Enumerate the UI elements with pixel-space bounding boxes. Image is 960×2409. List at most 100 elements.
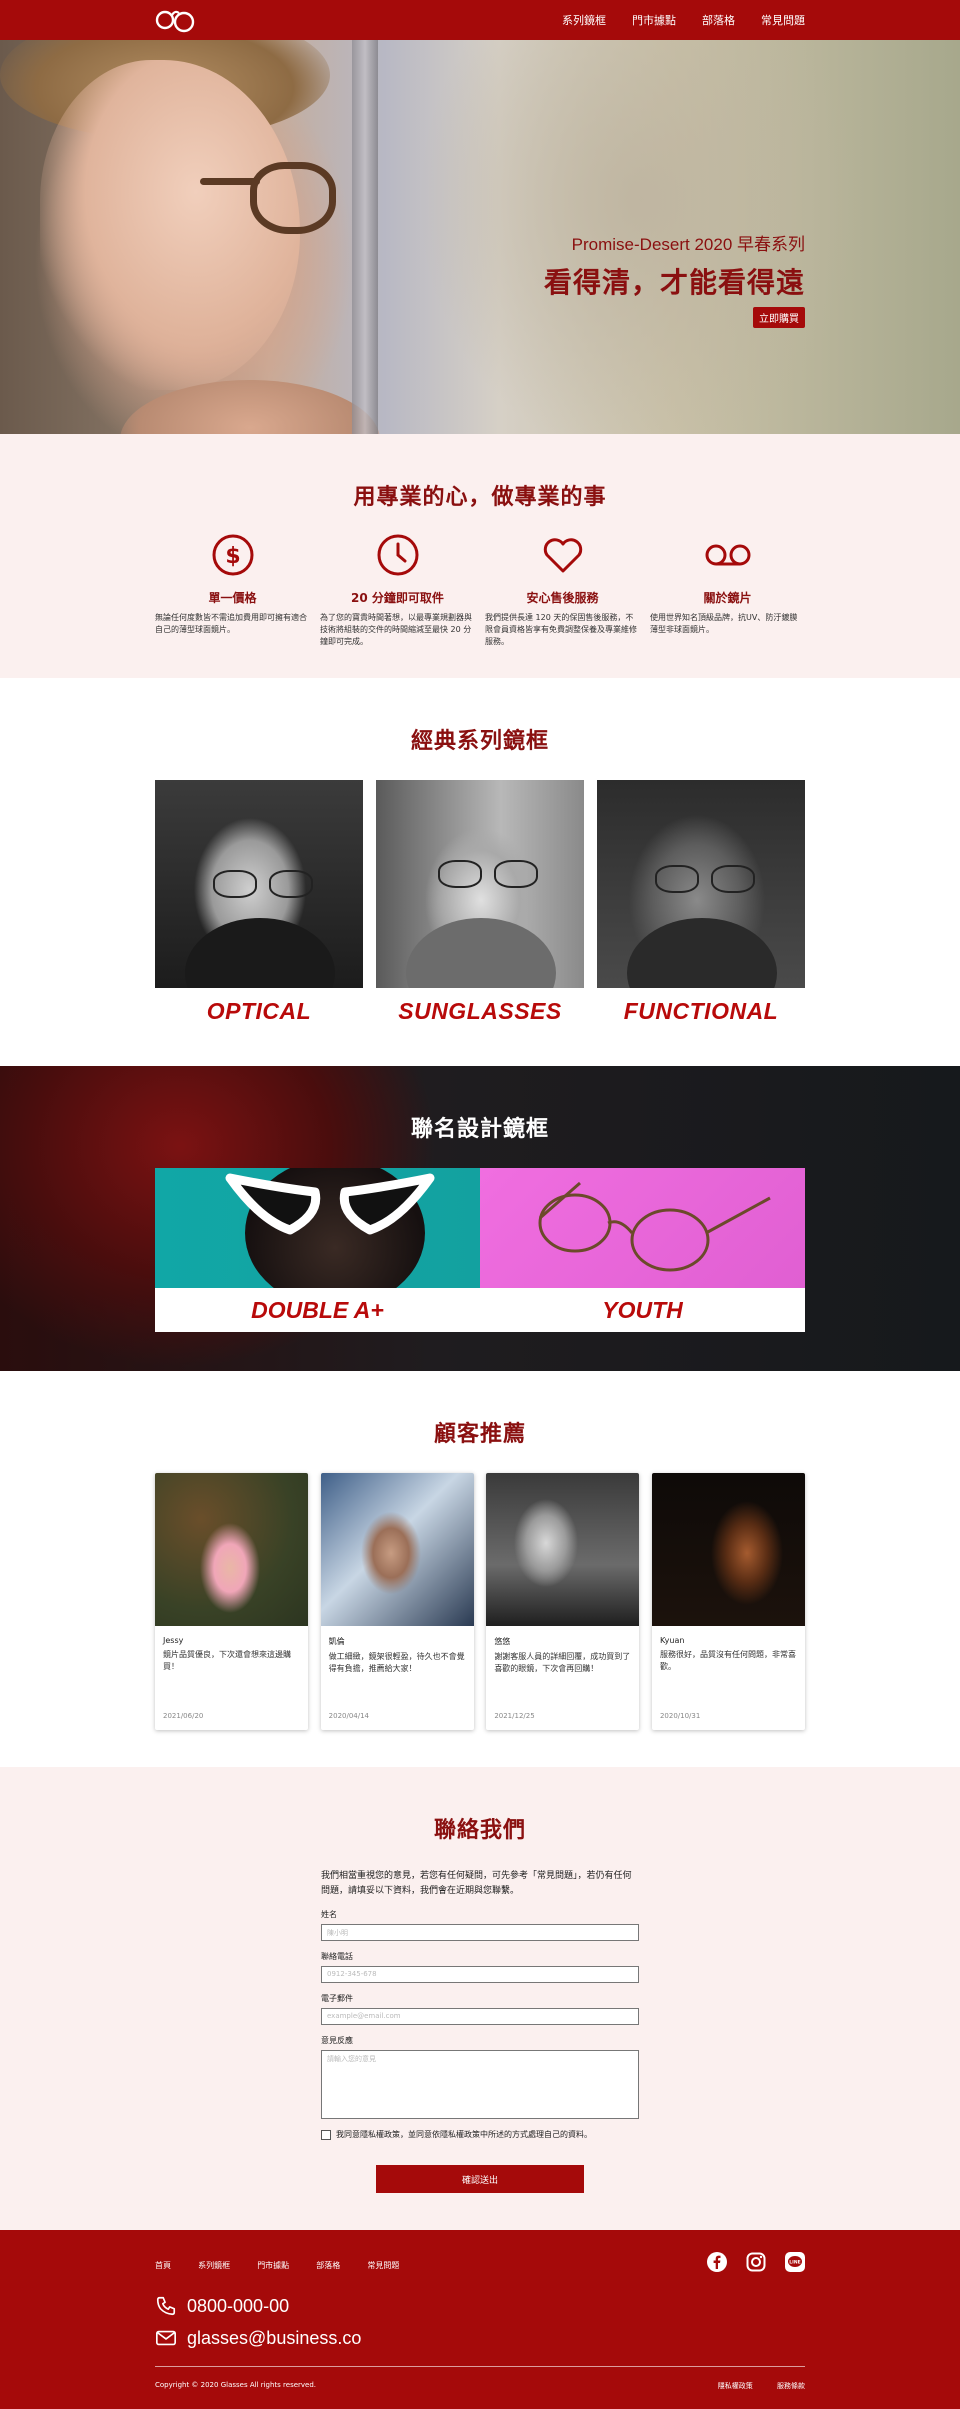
name-label: 姓名: [321, 1910, 337, 1919]
hero-glasses: [250, 162, 336, 234]
classic-title: 經典系列鏡框: [410, 729, 549, 754]
testimonial-card: Kyuan 服務很好，品質沒有任何問題，非常喜歡。 2020/10/31: [651, 1473, 805, 1730]
testimonial-text: 做工細緻，鏡架很輕盈，待久也不會覺得有負擔，推薦給大家！: [328, 1652, 465, 1673]
service-title: 關於鏡片: [703, 591, 752, 605]
privacy-agreement: 我同意隱私權政策，並同意依隱私權政策中所述的方式處理自己的資料。: [321, 2129, 639, 2140]
sunglasses-icon: [225, 1173, 435, 1235]
hero-window-frame: [352, 40, 378, 434]
terms-link[interactable]: 服務條款: [777, 2382, 805, 2390]
testimonial-card: 悠悠 謝謝客服人員的詳細回覆，成功買到了喜歡的眼鏡，下次會再回購！ 2021/1…: [486, 1473, 640, 1730]
testimonial-card: Jessy 鏡片品質優良，下次還會想來這邊購買！ 2021/06/20: [155, 1473, 308, 1730]
buy-now-button[interactable]: 立即購買: [753, 307, 805, 328]
product-photo: [376, 780, 584, 988]
footer-link-faq[interactable]: 常見問題: [367, 2261, 399, 2270]
glasses-icon: [438, 860, 538, 888]
line-icon[interactable]: LINE: [785, 2252, 805, 2272]
classic-card-optical[interactable]: OPTICAL: [155, 780, 363, 1025]
footer-email[interactable]: glasses@business.co: [155, 2322, 805, 2354]
glasses-icon: [655, 865, 755, 893]
service-title: 安心售後服務: [526, 591, 599, 605]
privacy-policy-link[interactable]: 隱私權政策: [718, 2382, 753, 2390]
mail-icon: [156, 2330, 176, 2346]
classic-card-sunglasses[interactable]: SUNGLASSES: [376, 780, 584, 1025]
collab-label: YOUTH: [480, 1288, 805, 1332]
classic-card-functional[interactable]: FUNCTIONAL: [597, 780, 805, 1025]
phone-icon: [156, 2296, 176, 2316]
collab-card-youth[interactable]: YOUTH: [480, 1168, 805, 1332]
email-input[interactable]: example@email.com: [321, 2008, 639, 2025]
phone-number: 0800-000-00: [187, 2295, 290, 2316]
nav-link-stores[interactable]: 門市據點: [632, 12, 676, 28]
collab-card-double-a[interactable]: DOUBLE A+: [155, 1168, 480, 1332]
clock-icon: [320, 531, 475, 579]
name-input[interactable]: 陳小明: [321, 1924, 639, 1941]
phone-input[interactable]: 0912-345-678: [321, 1966, 639, 1983]
testimonial-date: 2021/06/20: [163, 1712, 204, 1720]
product-photo: [155, 780, 363, 988]
contact-intro: 我們相當重視您的意見，若您有任何疑問，可先參考「常見問題」，若仍有任何問題，請填…: [321, 1871, 632, 1896]
footer-phone[interactable]: 0800-000-00: [155, 2290, 805, 2322]
product-photo: [597, 780, 805, 988]
footer-link-home[interactable]: 首頁: [155, 2261, 171, 2270]
footer-link-blog[interactable]: 部落格: [316, 2261, 340, 2270]
hero-subtitle: Promise-Desert 2020 早春系列: [571, 235, 805, 254]
email-label: 電子郵件: [321, 1994, 353, 2003]
customer-name: 凱倫: [328, 1637, 345, 1646]
classic-label: FUNCTIONAL: [623, 998, 779, 1024]
service-text: 我們提供長達 120 天的保固售後服務，不限會員資格皆享有免費調整保養及專業維修…: [485, 613, 637, 646]
product-photo: [480, 1168, 805, 1288]
footer-link-stores[interactable]: 門市據點: [257, 2261, 289, 2270]
customer-photo: [320, 1473, 474, 1626]
logo-icon[interactable]: [155, 7, 197, 33]
collab-label: DOUBLE A+: [155, 1288, 480, 1332]
footer-link-frames[interactable]: 系列鏡框: [198, 2261, 230, 2270]
contact-title: 聯絡我們: [433, 1818, 526, 1843]
nav-link-faq[interactable]: 常見問題: [761, 12, 805, 28]
copyright: Copyright © 2020 Glasses All rights rese…: [155, 2381, 317, 2389]
contact-form: 我們相當重視您的意見，若您有任何疑問，可先參考「常見問題」，若仍有任何問題，請填…: [321, 1869, 639, 2140]
collab-title: 聯名設計鏡框: [410, 1117, 549, 1142]
testimonials-title: 顧客推薦: [433, 1422, 526, 1447]
service-item: 安心售後服務 我們提供長達 120 天的保固售後服務，不限會員資格皆享有免費調整…: [485, 531, 640, 648]
classic-section: 經典系列鏡框 OPTICAL SUNGLASSES FUNCTIONAL: [0, 678, 960, 1066]
product-photo: [155, 1168, 480, 1288]
instagram-icon[interactable]: [746, 2252, 766, 2272]
customer-name: Jessy: [163, 1636, 184, 1645]
testimonial-date: 2021/12/25: [494, 1712, 535, 1720]
testimonial-date: 2020/04/14: [328, 1712, 370, 1720]
privacy-checkbox[interactable]: [321, 2129, 331, 2140]
service-item: 關於鏡片 使用世界知名頂級品牌，抗UV、防汙鍍膜薄型非球面鏡片。: [650, 531, 805, 648]
hero-banner: Promise-Desert 2020 早春系列 看得清，才能看得遠 立即購買: [0, 40, 960, 434]
feedback-textarea[interactable]: 請輸入您的意見: [321, 2050, 639, 2119]
facebook-icon[interactable]: [707, 2252, 727, 2272]
privacy-text: 我同意隱私權政策，並同意依隱私權政策中所述的方式處理自己的資料。: [336, 2130, 592, 2139]
photo-shape: [406, 918, 556, 988]
email-address: glasses@business.co: [187, 2327, 362, 2348]
voicemail-icon: [650, 531, 805, 579]
service-title: 20 分鐘即可取件: [351, 591, 444, 605]
classic-label: OPTICAL: [206, 998, 312, 1024]
customer-name: 悠悠: [494, 1637, 511, 1646]
customer-name: Kyuan: [659, 1636, 685, 1645]
testimonial-text: 謝謝客服人員的詳細回覆，成功買到了喜歡的眼鏡，下次會再回購！: [494, 1652, 631, 1673]
top-nav: 系列鏡框 門市據點 部落格 常見問題: [0, 0, 960, 40]
collab-section: 聯名設計鏡框 DOUBLE A+ YOUTH: [0, 1066, 960, 1371]
customer-photo: [651, 1473, 805, 1626]
services-section: 用專業的心，做專業的事 $ 單一價格 無論任何度數皆不需追加費用即可擁有適合自己…: [0, 434, 960, 678]
phone-label: 聯絡電話: [321, 1952, 353, 1961]
service-item: 20 分鐘即可取件 為了您的寶貴時間著想，以最專業規劃器與技術將組裝的交件的時間…: [320, 531, 475, 648]
testimonial-text: 鏡片品質優良，下次還會想來這邊購買！: [163, 1650, 291, 1671]
service-text: 為了您的寶貴時間著想，以最專業規劃器與技術將組裝的交件的時間縮減至最快 20 分…: [320, 613, 472, 646]
feedback-label: 意見反應: [321, 2036, 353, 2045]
customer-photo: [155, 1473, 308, 1626]
glasses-icon: [538, 1181, 771, 1272]
dollar-icon: $: [155, 531, 310, 579]
submit-button[interactable]: 確認送出: [376, 2165, 584, 2193]
hero-text: Promise-Desert 2020 早春系列 看得清，才能看得遠 立即購買: [544, 230, 805, 328]
svg-text:LINE: LINE: [789, 2260, 800, 2266]
nav-link-blog[interactable]: 部落格: [702, 12, 735, 28]
nav-link-frames[interactable]: 系列鏡框: [562, 12, 606, 28]
testimonial-text: 服務很好，品質沒有任何問題，非常喜歡。: [659, 1650, 796, 1671]
hero-title: 看得清，才能看得遠: [543, 266, 805, 299]
services-title: 用專業的心，做專業的事: [353, 485, 607, 510]
